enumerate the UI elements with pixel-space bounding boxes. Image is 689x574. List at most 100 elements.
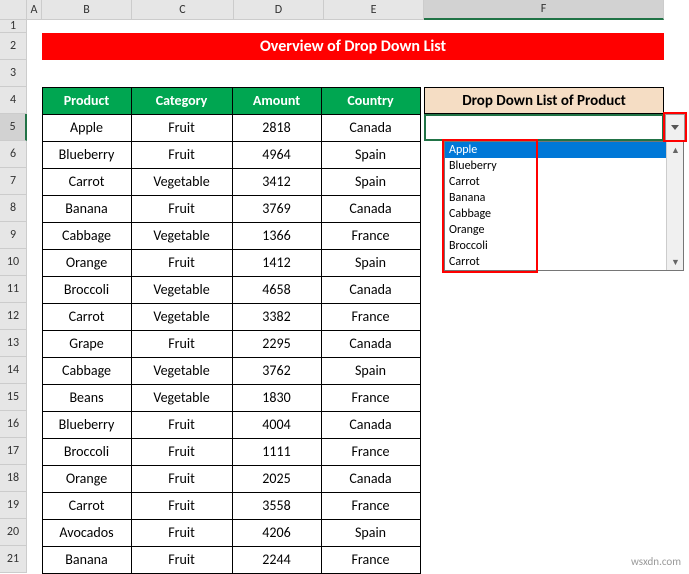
cell-category[interactable]: Fruit [131, 465, 233, 493]
row-header-5[interactable]: 5 [0, 114, 27, 141]
cell-amount[interactable]: 3762 [232, 357, 322, 385]
dropdown-arrow-icon[interactable] [665, 114, 685, 141]
cell-product[interactable]: Blueberry [42, 411, 132, 439]
cell-country[interactable]: Canada [321, 330, 421, 358]
row-header-19[interactable]: 19 [0, 492, 27, 519]
cell-category[interactable]: Fruit [131, 330, 233, 358]
cell-product[interactable]: Orange [42, 465, 132, 493]
row-header-18[interactable]: 18 [0, 465, 27, 492]
row-header-7[interactable]: 7 [0, 168, 27, 195]
cell-amount[interactable]: 4964 [232, 141, 322, 169]
row-header-4[interactable]: 4 [0, 87, 27, 114]
select-all-corner[interactable] [0, 0, 27, 20]
cell-amount[interactable]: 2025 [232, 465, 322, 493]
row-header-6[interactable]: 6 [0, 141, 27, 168]
cell-product[interactable]: Blueberry [42, 141, 132, 169]
row-header-1[interactable]: 1 [0, 20, 27, 33]
cell-category[interactable]: Fruit [131, 141, 233, 169]
cell-amount[interactable]: 4658 [232, 276, 322, 304]
cell-country[interactable]: Spain [321, 168, 421, 196]
th-category[interactable]: Category [131, 87, 233, 115]
row-header-14[interactable]: 14 [0, 357, 27, 384]
dropdown-item[interactable]: Apple [445, 142, 683, 158]
col-header-A[interactable]: A [27, 0, 42, 20]
row-header-11[interactable]: 11 [0, 276, 27, 303]
cell-product[interactable]: Banana [42, 195, 132, 223]
cell-country[interactable]: France [321, 222, 421, 250]
row-header-17[interactable]: 17 [0, 438, 27, 465]
cell-amount[interactable]: 3558 [232, 492, 322, 520]
col-header-E[interactable]: E [324, 0, 424, 20]
cell-country[interactable]: France [321, 438, 421, 466]
cell-category[interactable]: Fruit [131, 411, 233, 439]
cell-category[interactable]: Vegetable [131, 357, 233, 385]
cell-amount[interactable]: 3412 [232, 168, 322, 196]
dropdown-item[interactable]: Banana [445, 190, 683, 206]
cell-amount[interactable]: 2244 [232, 546, 322, 574]
row-header-15[interactable]: 15 [0, 384, 27, 411]
cell-amount[interactable]: 1412 [232, 249, 322, 277]
row-header-12[interactable]: 12 [0, 303, 27, 330]
cell-country[interactable]: Canada [321, 411, 421, 439]
cell-product[interactable]: Broccoli [42, 438, 132, 466]
cell-country[interactable]: France [321, 492, 421, 520]
cell-product[interactable]: Carrot [42, 303, 132, 331]
cell-country[interactable]: Spain [321, 249, 421, 277]
cell-product[interactable]: Avocados [42, 519, 132, 547]
dropdown-list[interactable]: Apple Blueberry Carrot Banana Cabbage Or… [444, 141, 684, 271]
cell-country[interactable]: Canada [321, 465, 421, 493]
dropdown-item[interactable]: Cabbage [445, 206, 683, 222]
cell-product[interactable]: Cabbage [42, 357, 132, 385]
cell-country[interactable]: Canada [321, 195, 421, 223]
col-header-F[interactable]: F [424, 0, 664, 20]
cell-category[interactable]: Fruit [131, 114, 233, 142]
row-header-10[interactable]: 10 [0, 249, 27, 276]
cell-country[interactable]: Spain [321, 519, 421, 547]
cell-category[interactable]: Vegetable [131, 276, 233, 304]
cell-product[interactable]: Broccoli [42, 276, 132, 304]
col-header-B[interactable]: B [42, 0, 132, 20]
cell-amount[interactable]: 2818 [232, 114, 322, 142]
cell-category[interactable]: Vegetable [131, 222, 233, 250]
cell-country[interactable]: Canada [321, 114, 421, 142]
dropdown-item[interactable]: Orange [445, 222, 683, 238]
cell-product[interactable]: Carrot [42, 168, 132, 196]
th-country[interactable]: Country [321, 87, 421, 115]
cell-country[interactable]: France [321, 546, 421, 574]
cell-country[interactable]: France [321, 303, 421, 331]
dropdown-cell[interactable] [424, 114, 664, 141]
cell-category[interactable]: Vegetable [131, 168, 233, 196]
cell-category[interactable]: Vegetable [131, 303, 233, 331]
cell-amount[interactable]: 3769 [232, 195, 322, 223]
cell-amount[interactable]: 4206 [232, 519, 322, 547]
cell-amount[interactable]: 2295 [232, 330, 322, 358]
cell-product[interactable]: Banana [42, 546, 132, 574]
th-product[interactable]: Product [42, 87, 132, 115]
cell-category[interactable]: Fruit [131, 438, 233, 466]
cell-product[interactable]: Cabbage [42, 222, 132, 250]
scroll-up-icon[interactable]: ▲ [667, 142, 684, 158]
cell-category[interactable]: Fruit [131, 195, 233, 223]
cell-country[interactable]: France [321, 384, 421, 412]
cell-amount[interactable]: 1830 [232, 384, 322, 412]
cell-amount[interactable]: 3382 [232, 303, 322, 331]
row-header-20[interactable]: 20 [0, 519, 27, 546]
row-header-13[interactable]: 13 [0, 330, 27, 357]
dropdown-item[interactable]: Broccoli [445, 238, 683, 254]
cell-amount[interactable]: 1366 [232, 222, 322, 250]
scroll-down-icon[interactable]: ▼ [667, 254, 684, 270]
cell-product[interactable]: Apple [42, 114, 132, 142]
dropdown-item[interactable]: Blueberry [445, 158, 683, 174]
col-header-C[interactable]: C [132, 0, 234, 20]
cell-category[interactable]: Fruit [131, 249, 233, 277]
cell-product[interactable]: Grape [42, 330, 132, 358]
cell-country[interactable]: Spain [321, 357, 421, 385]
cell-amount[interactable]: 1111 [232, 438, 322, 466]
dropdown-item[interactable]: Carrot [445, 174, 683, 190]
row-header-3[interactable]: 3 [0, 60, 27, 87]
col-header-D[interactable]: D [234, 0, 324, 20]
cell-category[interactable]: Vegetable [131, 384, 233, 412]
row-header-21[interactable]: 21 [0, 546, 27, 573]
cell-product[interactable]: Carrot [42, 492, 132, 520]
cell-product[interactable]: Beans [42, 384, 132, 412]
